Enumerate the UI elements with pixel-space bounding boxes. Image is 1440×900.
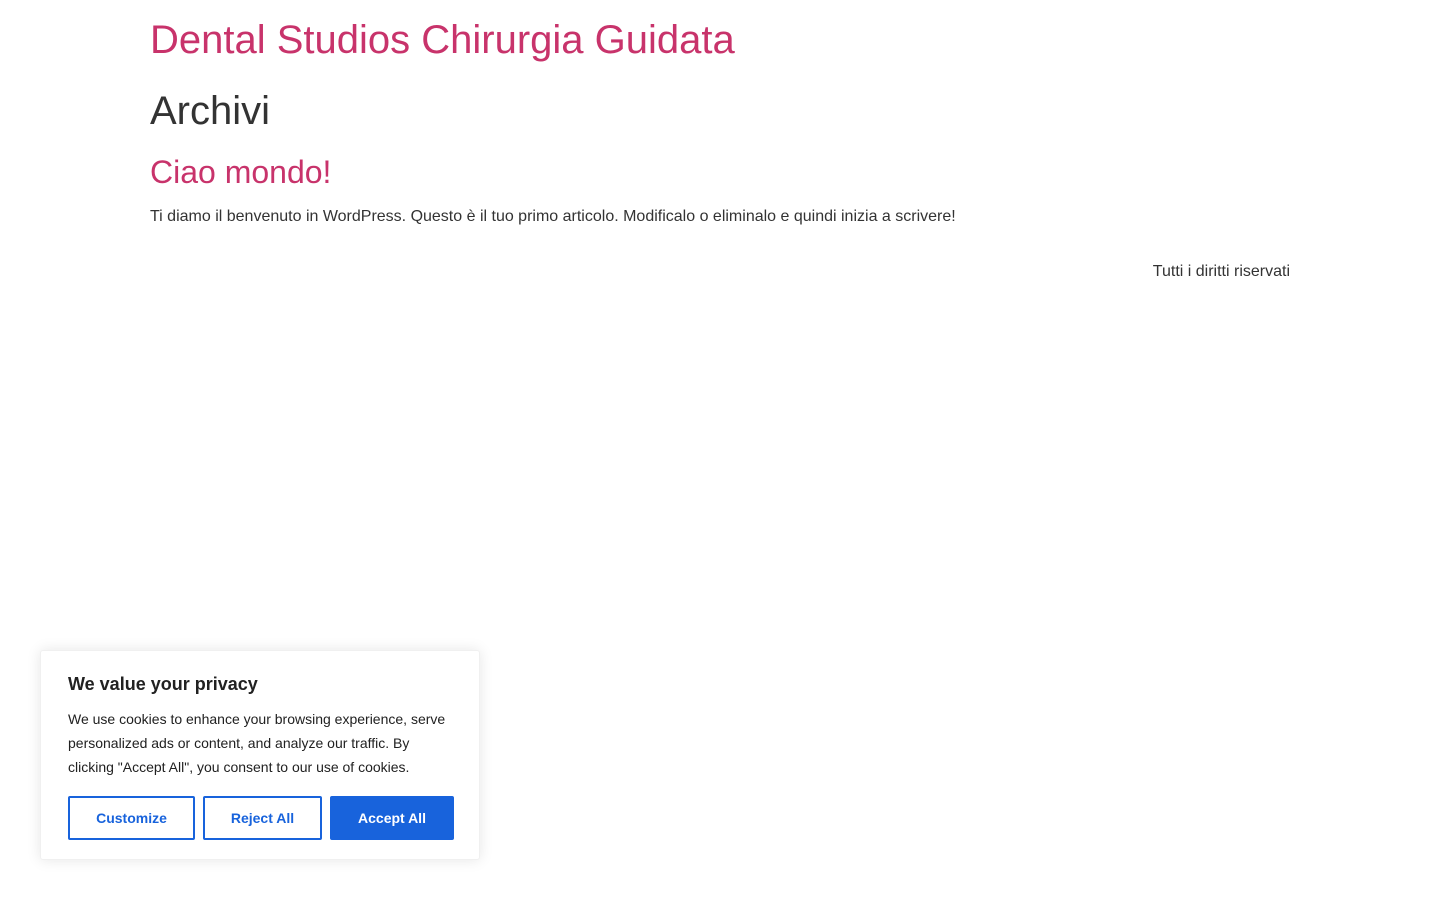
archive-title: Archivi <box>150 89 271 133</box>
customize-button[interactable]: Customize <box>68 796 195 840</box>
cookie-consent-banner: We value your privacy We use cookies to … <box>40 650 480 860</box>
accept-all-button[interactable]: Accept All <box>330 796 454 840</box>
page: Dental Studios Chirurgia Guidata Archivi… <box>0 0 1440 900</box>
site-title-link[interactable]: Dental Studios Chirurgia Guidata <box>150 16 735 64</box>
post-excerpt: Ti diamo il benvenuto in WordPress. Ques… <box>150 208 956 225</box>
post-title-link[interactable]: Ciao mondo! <box>150 152 331 192</box>
cookie-description: We use cookies to enhance your browsing … <box>68 711 446 775</box>
footer-copyright: Tutti i diritti riservati <box>1152 263 1290 280</box>
cookie-heading: We value your privacy <box>68 674 258 694</box>
reject-all-button[interactable]: Reject All <box>203 796 322 840</box>
